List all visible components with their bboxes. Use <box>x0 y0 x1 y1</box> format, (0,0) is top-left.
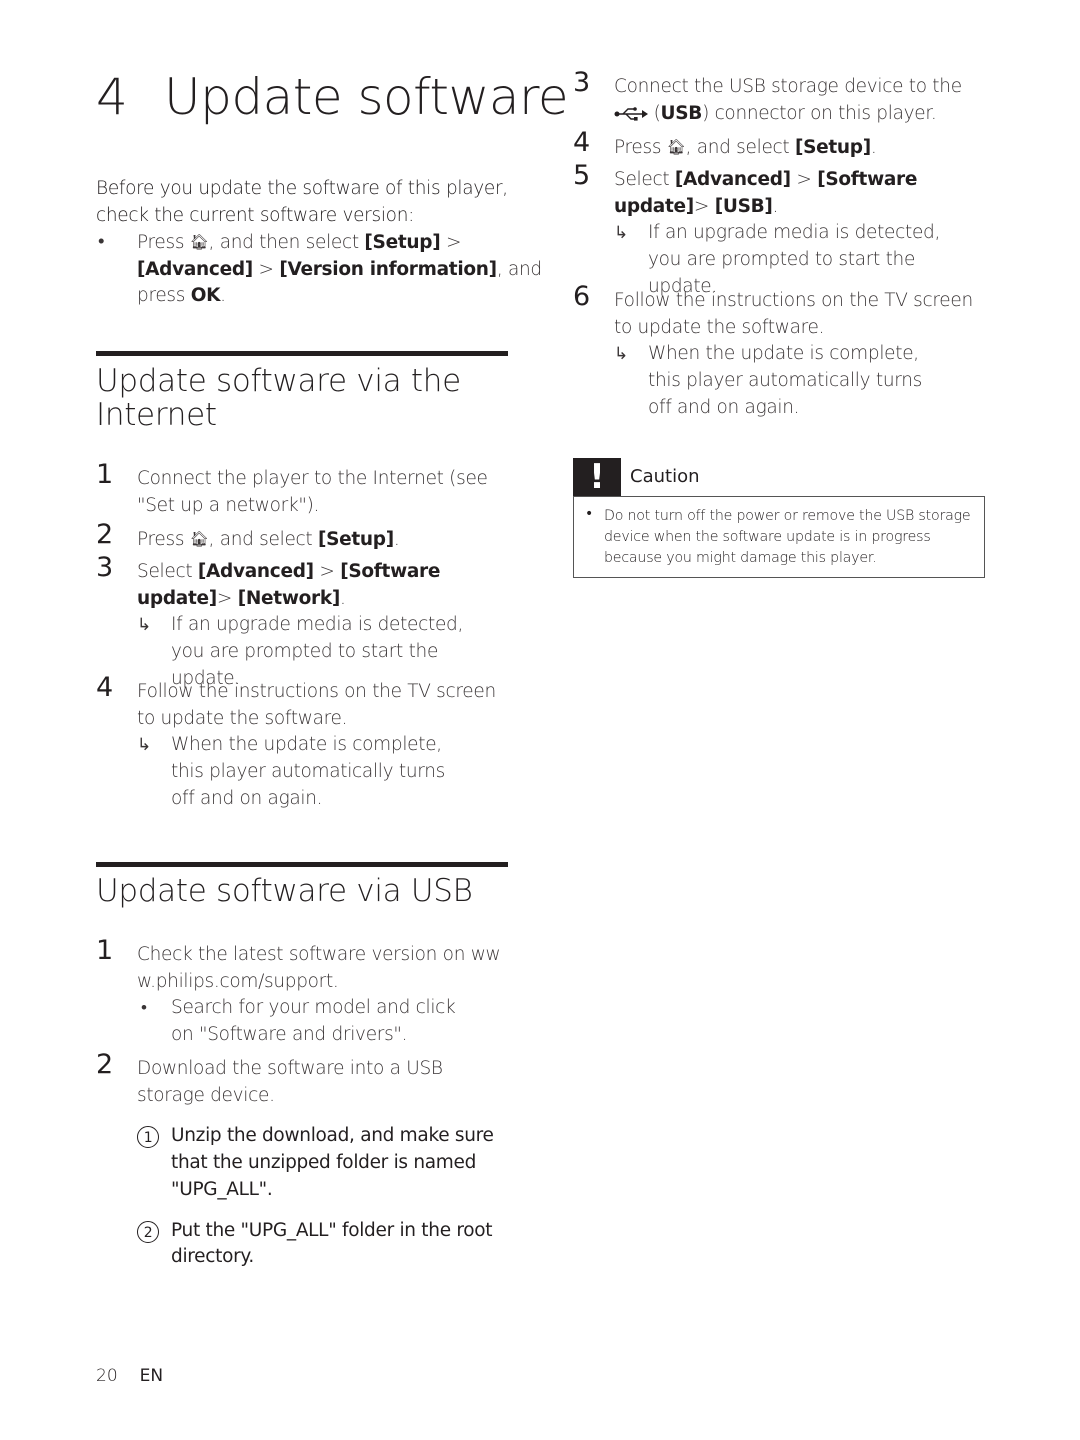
page-footer: 20 EN <box>96 1366 163 1386</box>
usb-substep-2: 2 Put the "UPG_ALL" folder in the root di… <box>137 1218 511 1271</box>
step-result: ↳ When the update is complete, this playe… <box>137 734 445 809</box>
page-number: 20 <box>96 1366 118 1386</box>
home-icon: 🏠︎ <box>189 530 209 548</box>
section-heading-internet: Update software via the Internet <box>96 363 461 433</box>
section-divider <box>96 351 508 356</box>
usb-icon <box>614 106 648 121</box>
result-arrow-icon: ↳ <box>614 344 628 365</box>
caution-header: ! Caution <box>573 458 985 496</box>
result-arrow-icon: ↳ <box>137 615 151 636</box>
result-arrow-icon: ↳ <box>137 735 151 756</box>
usb-substep-1: 1 Unzip the download, and make sure that … <box>137 1123 511 1203</box>
home-icon: 🏠︎ <box>666 138 686 156</box>
step-bullet: • Search for your model and click on "Sof… <box>141 997 456 1046</box>
usb-step-4: 4 Press 🏠︎, and select [Setup]. <box>573 129 985 162</box>
usb-step-3: 3 Connect the USB storage device to the … <box>573 67 962 124</box>
language-code: EN <box>139 1366 164 1386</box>
exclamation-icon: ! <box>573 458 621 496</box>
caution-box: • Do not turn off the power or remove th… <box>573 496 985 578</box>
caution-label: Caution <box>630 466 700 487</box>
usb-step-5: 5 Select [Advanced] > [Software update]>… <box>573 162 985 301</box>
bullet-dot: • <box>585 506 594 522</box>
bullet-dot: • <box>98 231 105 252</box>
result-arrow-icon: ↳ <box>614 223 628 244</box>
section-divider <box>96 862 508 867</box>
internet-step-2: 2 Press 🏠︎, and select [Setup]. <box>96 521 508 554</box>
usb-step-6: 6 Follow the instructions on the TV scre… <box>573 283 985 422</box>
chapter-title-text: Update software <box>164 68 569 126</box>
usb-step-1: 1 Check the latest software version on w… <box>96 937 508 1049</box>
step-result: ↳ When the update is complete, this playe… <box>614 343 922 418</box>
bullet-dot: • <box>141 998 147 1019</box>
caution-text: Do not turn off the power or remove the … <box>604 508 971 566</box>
internet-step-3: 3 Select [Advanced] > [Software update]>… <box>96 554 508 693</box>
chapter-number: 4 <box>96 68 128 126</box>
intro-text: Before you update the software of this p… <box>96 178 508 226</box>
home-icon: 🏠︎ <box>189 233 209 251</box>
internet-step-1: 1 Connect the player to the Internet (se… <box>96 459 488 516</box>
section-heading-usb: Update software via USB <box>96 873 473 909</box>
circled-number: 2 <box>137 1220 159 1243</box>
circled-number: 1 <box>137 1126 159 1149</box>
intro-bullet: • Press 🏠︎, and then select [Setup] > [A… <box>98 231 542 307</box>
usb-step-2: 2 Download the software into a USB stora… <box>96 1051 511 1271</box>
chapter-title: 4 Update software <box>96 68 569 126</box>
internet-step-4: 4 Follow the instructions on the TV scre… <box>96 674 508 813</box>
